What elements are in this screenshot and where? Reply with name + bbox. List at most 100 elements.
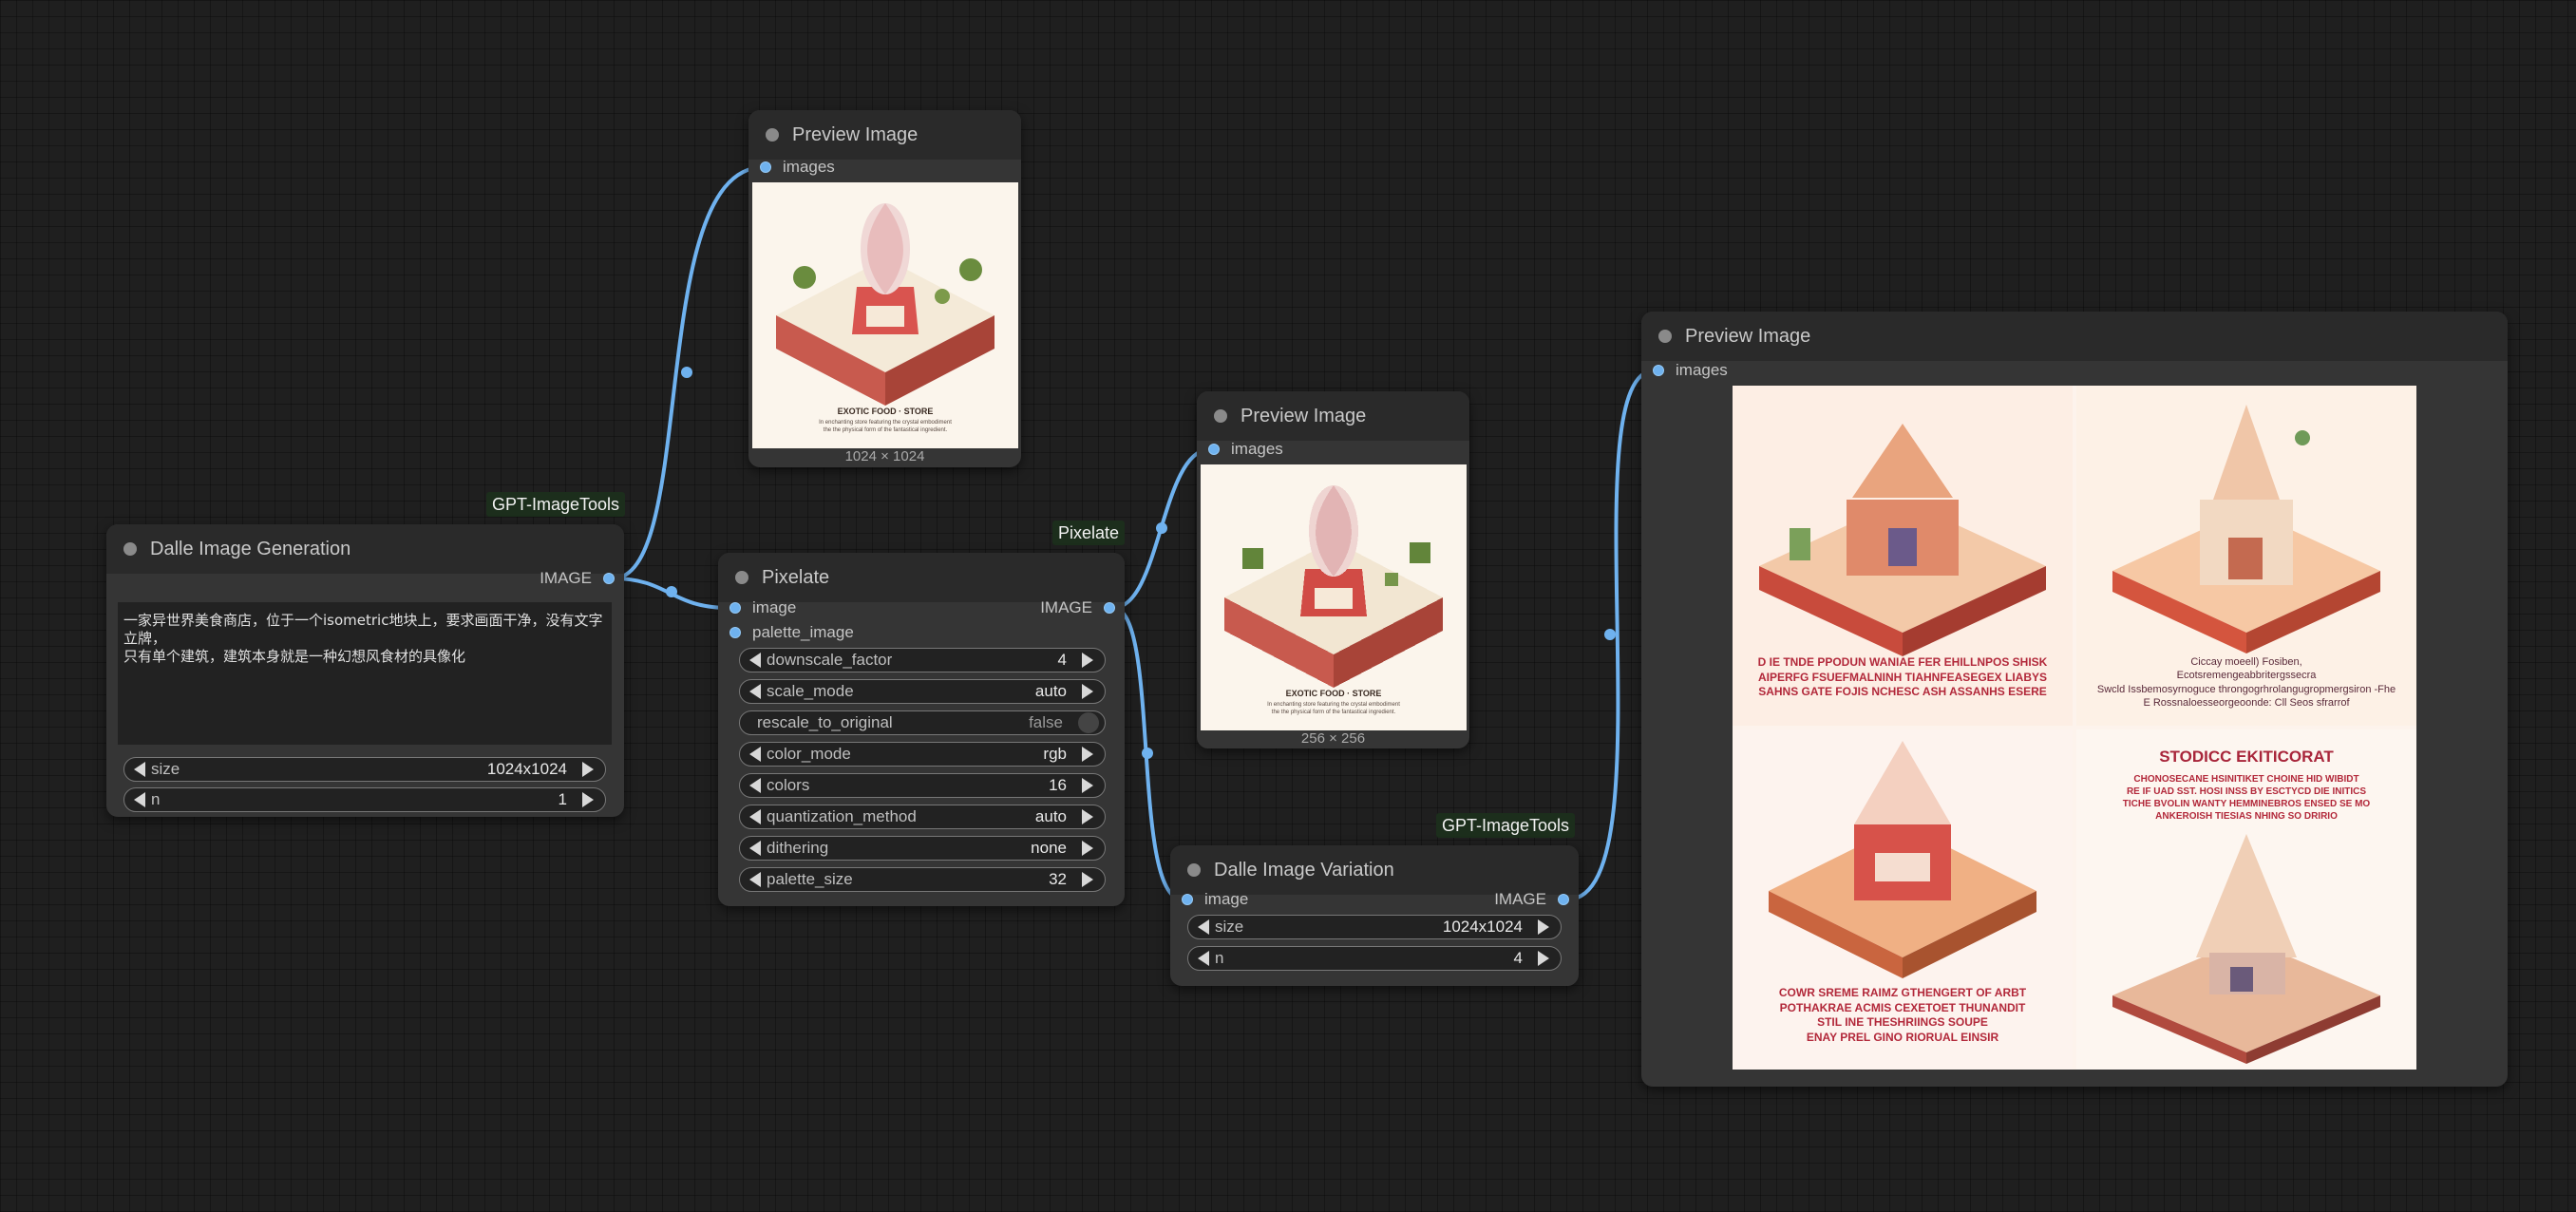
image-caption-text: In enchanting store featuring the crysta…: [819, 420, 952, 426]
collapse-dot-icon[interactable]: [1658, 330, 1672, 343]
increment-arrow-icon[interactable]: [1082, 778, 1093, 793]
input-port-image[interactable]: image: [1182, 887, 1248, 912]
n-widget[interactable]: n 1: [123, 787, 606, 812]
pixelate-node[interactable]: Pixelate image palette_image IMAGE downs…: [718, 553, 1125, 906]
widget-name: dithering: [767, 839, 829, 857]
widget-name: size: [151, 760, 180, 778]
input-port-palette-image[interactable]: palette_image: [729, 620, 854, 645]
toggle-knob-icon[interactable]: [1078, 712, 1099, 733]
node-title-bar[interactable]: Preview Image: [1641, 312, 2508, 361]
port-label: IMAGE: [1494, 890, 1546, 908]
decrement-arrow-icon[interactable]: [749, 778, 761, 793]
preview-image[interactable]: EXOTIC FOOD · STORE In enchanting store …: [752, 182, 1018, 448]
widget-value: false: [1029, 713, 1063, 731]
input-port-images[interactable]: images: [760, 155, 835, 180]
widget-value: 1: [558, 790, 567, 808]
dithering-widget[interactable]: dithering none: [739, 836, 1106, 861]
colors-widget[interactable]: colors 16: [739, 773, 1106, 798]
node-title-bar[interactable]: Preview Image: [748, 110, 1021, 160]
variation-image-4[interactable]: STODICC EKITICORAT CHONOSECANE HSINITIKE…: [2076, 729, 2416, 1070]
palette-size-widget[interactable]: palette_size 32: [739, 867, 1106, 892]
dalle-image-generation-node[interactable]: Dalle Image Generation IMAGE 一家异世界美食商店，位…: [106, 524, 624, 817]
increment-arrow-icon[interactable]: [1082, 809, 1093, 824]
reroute-dot: [681, 367, 692, 378]
variation-image-text: D IE TNDE PPODUN WANIAE FER EHILLNPOS SH…: [1757, 655, 2048, 699]
size-widget[interactable]: size 1024x1024: [1187, 915, 1562, 939]
port-dot-icon[interactable]: [1182, 894, 1193, 905]
collapse-dot-icon[interactable]: [1214, 409, 1227, 423]
preview-image-node-large[interactable]: Preview Image images D IE TNDE PPODUN WA…: [1641, 312, 2508, 1087]
collapse-dot-icon[interactable]: [735, 571, 748, 584]
decrement-arrow-icon[interactable]: [749, 747, 761, 762]
decrement-arrow-icon[interactable]: [749, 684, 761, 699]
node-graph-canvas[interactable]: GPT-ImageTools Dalle Image Generation IM…: [0, 0, 2576, 1212]
decrement-arrow-icon[interactable]: [749, 653, 761, 668]
input-port-images[interactable]: images: [1208, 437, 1283, 462]
increment-arrow-icon[interactable]: [582, 792, 594, 807]
increment-arrow-icon[interactable]: [1538, 951, 1549, 966]
widget-name: scale_mode: [767, 682, 854, 700]
port-label: image: [752, 598, 797, 616]
port-label: images: [1231, 440, 1283, 458]
quantization-method-widget[interactable]: quantization_method auto: [739, 805, 1106, 829]
image-size-caption: 256 × 256: [1300, 730, 1366, 747]
port-dot-icon[interactable]: [1104, 602, 1115, 614]
port-label: IMAGE: [1040, 598, 1092, 616]
output-port-image[interactable]: IMAGE: [540, 566, 615, 591]
port-dot-icon[interactable]: [1653, 365, 1664, 376]
output-port-image[interactable]: IMAGE: [1040, 596, 1115, 620]
widget-value: 1024x1024: [1442, 918, 1523, 936]
port-dot-icon[interactable]: [729, 602, 741, 614]
preview-image-grid[interactable]: D IE TNDE PPODUN WANIAE FER EHILLNPOS SH…: [1733, 386, 2416, 1070]
variation-image-2[interactable]: Ciccay moeell) Fosiben, Ecotsremengeabbr…: [2076, 386, 2416, 726]
increment-arrow-icon[interactable]: [1082, 684, 1093, 699]
decrement-arrow-icon[interactable]: [749, 872, 761, 887]
widget-value: 16: [1049, 776, 1067, 794]
increment-arrow-icon[interactable]: [1082, 841, 1093, 856]
node-tag: GPT-ImageTools: [486, 492, 626, 517]
preview-image-node[interactable]: Preview Image images EXOTIC FOOD · STORE…: [1197, 391, 1469, 748]
output-port-image[interactable]: IMAGE: [1494, 887, 1569, 912]
widget-name: rescale_to_original: [757, 713, 893, 731]
increment-arrow-icon[interactable]: [1082, 653, 1093, 668]
port-dot-icon[interactable]: [603, 573, 615, 584]
port-dot-icon[interactable]: [1208, 444, 1220, 455]
port-dot-icon[interactable]: [1558, 894, 1569, 905]
collapse-dot-icon[interactable]: [1187, 863, 1201, 877]
increment-arrow-icon[interactable]: [582, 762, 594, 777]
port-label: IMAGE: [540, 569, 592, 587]
n-widget[interactable]: n 4: [1187, 946, 1562, 971]
preview-image[interactable]: EXOTIC FOOD · STORE In enchanting store …: [1201, 464, 1467, 730]
scale-mode-widget[interactable]: scale_mode auto: [739, 679, 1106, 704]
rescale-to-original-toggle[interactable]: rescale_to_original false: [739, 710, 1106, 735]
link-generation-to-preview: [612, 165, 765, 580]
size-widget[interactable]: size 1024x1024: [123, 757, 606, 782]
downscale-factor-widget[interactable]: downscale_factor 4: [739, 648, 1106, 672]
pyramid-store-illustration: [2112, 834, 2380, 1064]
image-caption-text: the the physical form of the fantastical…: [823, 427, 948, 433]
decrement-arrow-icon[interactable]: [134, 792, 145, 807]
port-dot-icon[interactable]: [760, 161, 771, 173]
variation-image-3[interactable]: COWR SREME RAIMZ GTHENGERT OF ARBT POTHA…: [1733, 729, 2073, 1070]
node-title-bar[interactable]: Preview Image: [1197, 391, 1469, 441]
increment-arrow-icon[interactable]: [1082, 747, 1093, 762]
color-mode-widget[interactable]: color_mode rgb: [739, 742, 1106, 767]
input-port-image[interactable]: image: [729, 596, 796, 620]
preview-image-node[interactable]: Preview Image images EXOTIC FOOD · STORE…: [748, 110, 1021, 467]
decrement-arrow-icon[interactable]: [749, 809, 761, 824]
reroute-dot: [1604, 629, 1616, 640]
variation-image-1[interactable]: D IE TNDE PPODUN WANIAE FER EHILLNPOS SH…: [1733, 386, 2073, 726]
prompt-textarea[interactable]: 一家异世界美食商店，位于一个isometric地块上，要求画面干净，没有文字立牌…: [118, 602, 612, 745]
dalle-image-variation-node[interactable]: Dalle Image Variation image IMAGE size 1…: [1170, 845, 1579, 986]
port-dot-icon[interactable]: [729, 627, 741, 638]
decrement-arrow-icon[interactable]: [134, 762, 145, 777]
decrement-arrow-icon[interactable]: [1198, 919, 1209, 935]
decrement-arrow-icon[interactable]: [1198, 951, 1209, 966]
port-label: image: [1204, 890, 1249, 908]
collapse-dot-icon[interactable]: [123, 542, 137, 556]
decrement-arrow-icon[interactable]: [749, 841, 761, 856]
collapse-dot-icon[interactable]: [766, 128, 779, 142]
input-port-images[interactable]: images: [1653, 358, 1728, 383]
increment-arrow-icon[interactable]: [1082, 872, 1093, 887]
increment-arrow-icon[interactable]: [1538, 919, 1549, 935]
